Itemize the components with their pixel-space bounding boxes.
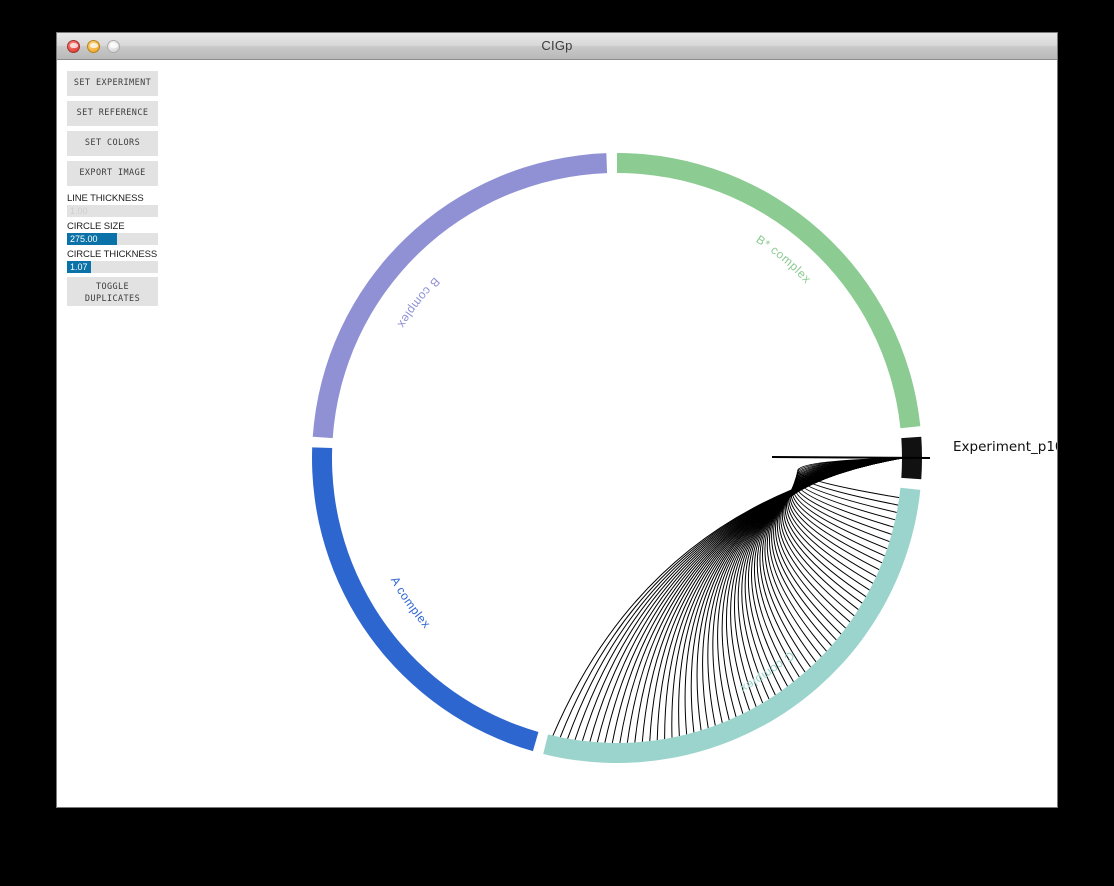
chord-line: [619, 457, 903, 744]
toggle-duplicates-line2: DUPLICATES: [84, 294, 141, 304]
window-titlebar[interactable]: CIGp: [57, 33, 1057, 60]
toggle-duplicates-button[interactable]: TOGGLE DUPLICATES: [67, 277, 158, 306]
set-reference-button[interactable]: SET REFERENCE: [67, 101, 158, 126]
arc-label-a: A complex: [388, 574, 434, 631]
circle-thickness-value: 1.07: [70, 262, 88, 272]
experiment-node-label: Experiment_p10275: [953, 439, 1057, 455]
arc-label-b: B complex: [394, 275, 442, 331]
arc-segment-b-complex[interactable]: [312, 153, 608, 439]
circle-thickness-slider[interactable]: 1.07: [67, 261, 158, 273]
export-image-button[interactable]: EXPORT IMAGE: [67, 161, 158, 186]
circular-graph-plot: B* complex B complex A complex C complex Ex…: [158, 60, 1057, 807]
chord-line: [764, 457, 903, 663]
arc-segment-a-complex[interactable]: [311, 447, 539, 752]
chord-line: [766, 457, 903, 657]
toggle-duplicates-line1: TOGGLE: [95, 282, 130, 292]
screenshot-root: CIGp SET EXPERIMENT SET REFERENCE SET CO…: [0, 0, 1114, 886]
experiment-leader-line: [771, 456, 931, 459]
control-panel: SET EXPERIMENT SET REFERENCE SET COLORS …: [67, 71, 158, 311]
window-title: CIGp: [541, 38, 573, 53]
window-content: SET EXPERIMENT SET REFERENCE SET COLORS …: [57, 60, 1057, 807]
line-thickness-label: LINE THICKNESS: [67, 193, 144, 204]
circos-svg: B* complexB complexA complexC complex: [311, 153, 931, 763]
circle-size-value: 275.00: [70, 234, 98, 244]
chord-group: [552, 457, 903, 744]
circle-size-slider[interactable]: 275.00: [67, 233, 158, 245]
circle-size-label: CIRCLE SIZE: [67, 221, 125, 232]
circle-thickness-label: CIRCLE THICKNESS: [67, 249, 158, 260]
chord-line: [626, 457, 903, 743]
line-thickness-value: 1.00: [70, 206, 88, 216]
set-experiment-button[interactable]: SET EXPERIMENT: [67, 71, 158, 96]
line-thickness-slider[interactable]: 1.00: [67, 205, 158, 217]
application-window: CIGp SET EXPERIMENT SET REFERENCE SET CO…: [56, 32, 1058, 808]
chord-line: [773, 457, 903, 641]
set-colors-button[interactable]: SET COLORS: [67, 131, 158, 156]
arc-segment-b-complex[interactable]: [617, 153, 921, 429]
